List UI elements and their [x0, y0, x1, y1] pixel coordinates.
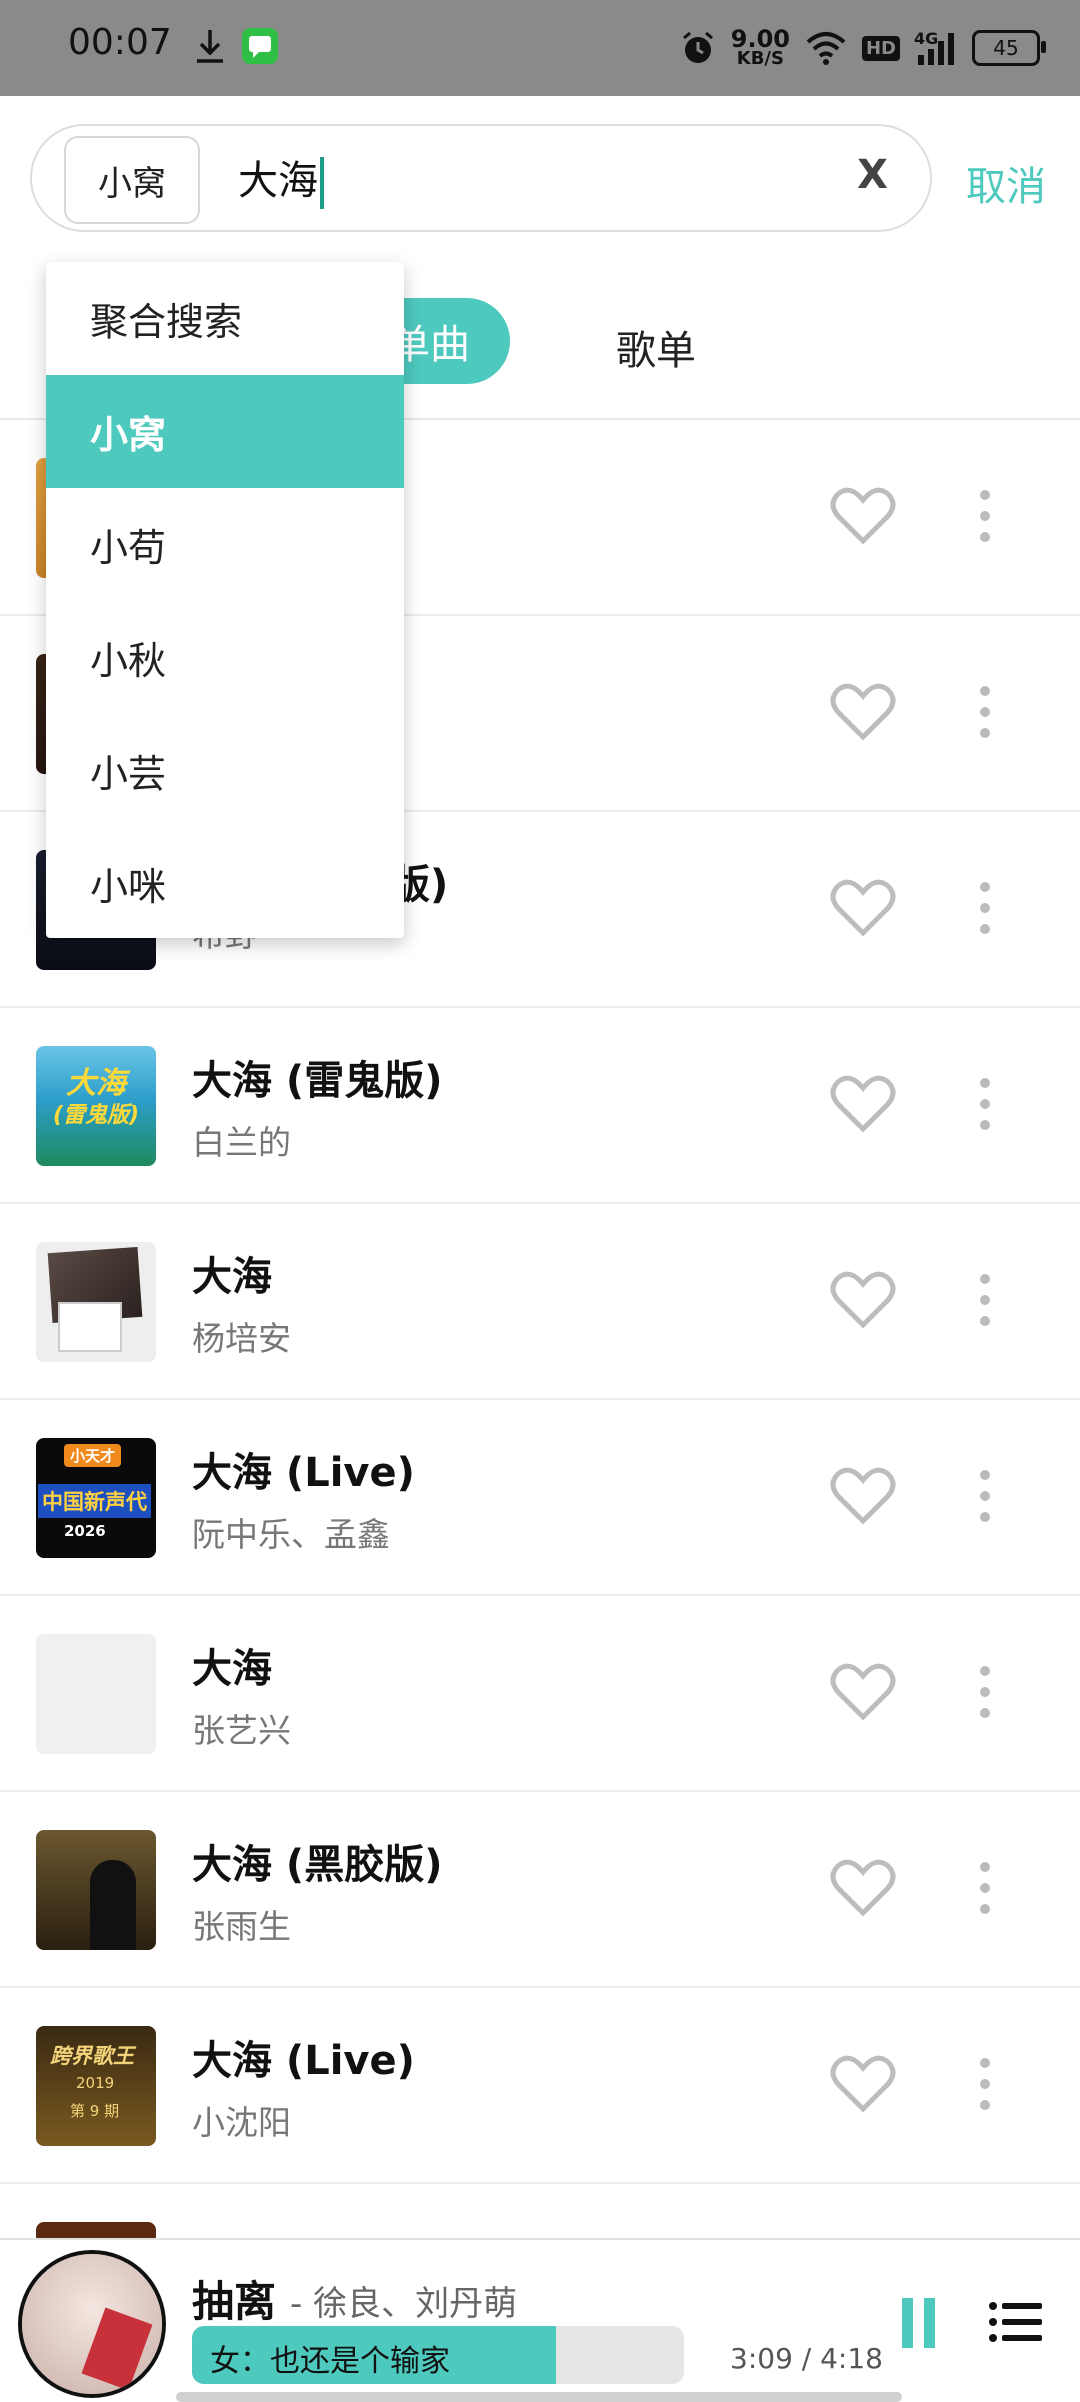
more-vertical-icon[interactable] [970, 1470, 1000, 1526]
search-box[interactable]: 小窝 大海 X [30, 124, 932, 232]
song-title: 大海 (黑胶版) [192, 1842, 443, 1888]
lyric-text: 女：也还是个输家 [210, 2344, 450, 2379]
player-song-title: 抽离 [192, 2277, 277, 2326]
album-cover [36, 1634, 156, 1754]
battery-icon: 45 [972, 30, 1046, 66]
playback-progress-track[interactable] [176, 2392, 902, 2402]
menu-item-xiaogou[interactable]: 小苟 [46, 488, 404, 601]
cover-text: 2019 [76, 2074, 115, 2092]
album-cover [36, 1242, 156, 1362]
status-bar: 00:07 9.00 KB/S HD 4G 45 [0, 0, 1080, 96]
cover-text: 2026 [64, 1522, 106, 1540]
mini-player[interactable]: 抽离 - 徐良、刘丹萌 女：也还是个输家 3:09 / 4:18 [0, 2238, 1080, 2402]
source-dropdown-menu: 聚合搜索 小窝 小苟 小秋 小芸 小咪 [46, 262, 404, 938]
cover-text: 跨界歌王 [50, 2044, 134, 2068]
song-title: 大海 (Live) [192, 1450, 415, 1496]
search-input[interactable]: 大海 [238, 148, 324, 209]
album-cover: 大海 (雷鬼版) [36, 1046, 156, 1166]
status-time: 00:07 [68, 22, 172, 63]
list-item[interactable]: 跨界歌王 2019 第 9 期 大海 (Live) 小沈阳 [0, 1988, 1080, 2184]
more-vertical-icon[interactable] [970, 686, 1000, 742]
heart-icon[interactable] [830, 1662, 896, 1722]
clear-button[interactable]: X [857, 152, 888, 198]
song-artist: 张雨生 [192, 1907, 291, 1946]
net-speed: 9.00 KB/S [730, 25, 790, 69]
cover-text: 小天才 [64, 1444, 122, 1467]
menu-item-xiaoyun[interactable]: 小芸 [46, 714, 404, 827]
album-cover [36, 1830, 156, 1950]
cover-text: (雷鬼版) [52, 1103, 140, 1128]
alarm-icon [682, 31, 713, 63]
cover-text: 中国新声代 [38, 1484, 151, 1518]
song-title: 大海 [192, 1646, 272, 1692]
album-cover: 小天才 中国新声代 2026 [36, 1438, 156, 1558]
signal-icon: 4G [914, 29, 958, 67]
heart-icon[interactable] [830, 1074, 896, 1134]
heart-icon[interactable] [830, 2054, 896, 2114]
pause-icon[interactable] [902, 2298, 938, 2348]
list-item[interactable]: 大海 (黑胶版) 张雨生 [0, 1792, 1080, 1988]
text-caret [320, 157, 324, 209]
song-artist: 张艺兴 [192, 1711, 291, 1750]
heart-icon[interactable] [830, 1858, 896, 1918]
more-vertical-icon[interactable] [970, 1078, 1000, 1134]
cancel-button[interactable]: 取消 [966, 154, 1046, 212]
more-vertical-icon[interactable] [970, 882, 1000, 938]
message-icon [242, 28, 278, 64]
menu-item-xiaowo[interactable]: 小窝 [46, 375, 404, 488]
song-artist: 杨培安 [192, 1319, 291, 1358]
search-header: 小窝 大海 X 取消 [0, 96, 1080, 270]
heart-icon[interactable] [830, 878, 896, 938]
song-title: 大海 [192, 1254, 272, 1300]
menu-item-xiaoqiu[interactable]: 小秋 [46, 601, 404, 714]
song-title: 大海 (Live) [192, 2038, 415, 2084]
more-vertical-icon[interactable] [970, 490, 1000, 546]
list-item[interactable]: 大海 (雷鬼版) 大海 (雷鬼版) 白兰的 [0, 1008, 1080, 1204]
song-title: 大海 (雷鬼版) [192, 1058, 443, 1104]
playlist-icon[interactable] [988, 2300, 1044, 2344]
heart-icon[interactable] [830, 682, 896, 742]
tab-playlists[interactable]: 歌单 [616, 318, 696, 376]
more-vertical-icon[interactable] [970, 1666, 1000, 1722]
player-album-art[interactable] [18, 2250, 166, 2398]
heart-icon[interactable] [830, 486, 896, 546]
cover-text: 大海 [66, 1066, 126, 1101]
album-cover: 跨界歌王 2019 第 9 期 [36, 2026, 156, 2146]
more-vertical-icon[interactable] [970, 2058, 1000, 2114]
source-selector[interactable]: 小窝 [64, 136, 200, 224]
download-icon [197, 30, 223, 63]
menu-item-xiaomi[interactable]: 小咪 [46, 827, 404, 940]
heart-icon[interactable] [830, 1466, 896, 1526]
wifi-icon [806, 32, 846, 65]
more-vertical-icon[interactable] [970, 1862, 1000, 1918]
cover-text: 第 9 期 [70, 2102, 120, 2120]
list-item[interactable]: 小天才 中国新声代 2026 大海 (Live) 阮中乐、孟鑫 [0, 1400, 1080, 1596]
more-vertical-icon[interactable] [970, 1274, 1000, 1330]
song-artist: 白兰的 [192, 1123, 291, 1162]
list-item[interactable]: 大海 杨培安 [0, 1204, 1080, 1400]
player-time: 3:09 / 4:18 [730, 2342, 883, 2375]
heart-icon[interactable] [830, 1270, 896, 1330]
player-song-artist: - 徐良、刘丹萌 [290, 2284, 518, 2324]
song-artist: 小沈阳 [192, 2103, 291, 2142]
list-item[interactable]: 大海 张艺兴 [0, 1596, 1080, 1792]
hd-badge: HD [861, 35, 900, 61]
menu-item-aggregate[interactable]: 聚合搜索 [46, 262, 404, 375]
lyric-progress: 女：也还是个输家 [192, 2326, 684, 2384]
song-artist: 阮中乐、孟鑫 [192, 1515, 390, 1554]
list-item[interactable] [0, 2184, 1080, 2244]
